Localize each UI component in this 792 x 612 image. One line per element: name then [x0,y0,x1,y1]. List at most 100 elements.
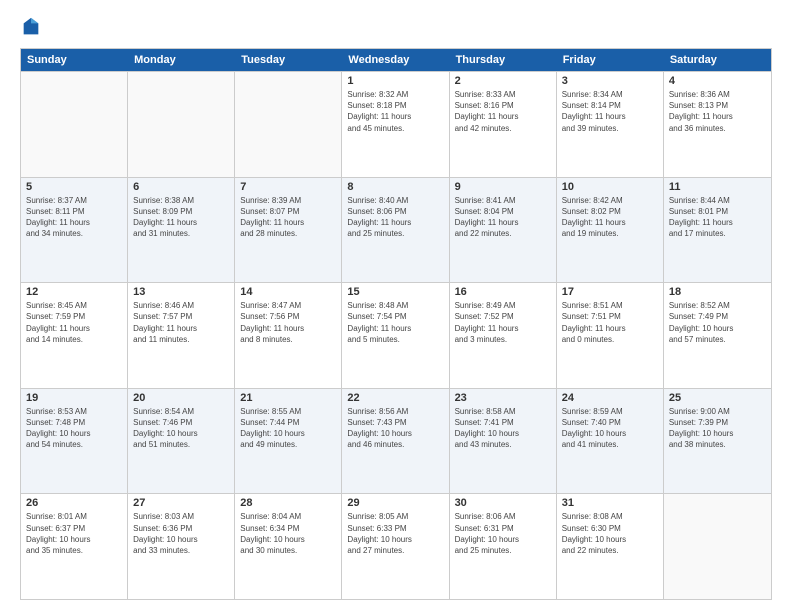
cell-info: Sunrise: 8:36 AM Sunset: 8:13 PM Dayligh… [669,89,766,134]
calendar-header: SundayMondayTuesdayWednesdayThursdayFrid… [21,49,771,71]
cell-date: 8 [347,181,443,193]
cell-date: 29 [347,497,443,509]
cell-date: 9 [455,181,551,193]
calendar-cell: 7 Sunrise: 8:39 AM Sunset: 8:07 PM Daylig… [235,178,342,283]
cell-date: 21 [240,392,336,404]
calendar-cell: 8 Sunrise: 8:40 AM Sunset: 8:06 PM Daylig… [342,178,449,283]
calendar-cell: 13 Sunrise: 8:46 AM Sunset: 7:57 PM Dayli… [128,283,235,388]
cell-date: 11 [669,181,766,193]
cell-date: 26 [26,497,122,509]
calendar-cell: 10 Sunrise: 8:42 AM Sunset: 8:02 PM Dayli… [557,178,664,283]
cell-date: 3 [562,75,658,87]
header [20,16,772,38]
calendar-row-0: 1 Sunrise: 8:32 AM Sunset: 8:18 PM Daylig… [21,71,771,177]
day-header-friday: Friday [557,49,664,71]
cell-info: Sunrise: 8:01 AM Sunset: 6:37 PM Dayligh… [26,511,122,556]
cell-info: Sunrise: 8:40 AM Sunset: 8:06 PM Dayligh… [347,195,443,240]
cell-date: 12 [26,286,122,298]
cell-info: Sunrise: 8:45 AM Sunset: 7:59 PM Dayligh… [26,300,122,345]
calendar-cell: 21 Sunrise: 8:55 AM Sunset: 7:44 PM Dayli… [235,389,342,494]
cell-date: 30 [455,497,551,509]
calendar-cell [128,72,235,177]
cell-info: Sunrise: 8:32 AM Sunset: 8:18 PM Dayligh… [347,89,443,134]
calendar-cell: 31 Sunrise: 8:08 AM Sunset: 6:30 PM Dayli… [557,494,664,599]
cell-date: 5 [26,181,122,193]
calendar-row-2: 12 Sunrise: 8:45 AM Sunset: 7:59 PM Dayli… [21,282,771,388]
calendar-cell: 19 Sunrise: 8:53 AM Sunset: 7:48 PM Dayli… [21,389,128,494]
cell-date: 25 [669,392,766,404]
calendar-cell: 6 Sunrise: 8:38 AM Sunset: 8:09 PM Daylig… [128,178,235,283]
calendar-row-4: 26 Sunrise: 8:01 AM Sunset: 6:37 PM Dayli… [21,493,771,599]
page: SundayMondayTuesdayWednesdayThursdayFrid… [0,0,792,612]
calendar-cell: 25 Sunrise: 9:00 AM Sunset: 7:39 PM Dayli… [664,389,771,494]
calendar-cell: 16 Sunrise: 8:49 AM Sunset: 7:52 PM Dayli… [450,283,557,388]
day-header-thursday: Thursday [450,49,557,71]
cell-date: 31 [562,497,658,509]
cell-info: Sunrise: 8:42 AM Sunset: 8:02 PM Dayligh… [562,195,658,240]
cell-date: 22 [347,392,443,404]
cell-date: 6 [133,181,229,193]
calendar-cell: 29 Sunrise: 8:05 AM Sunset: 6:33 PM Dayli… [342,494,449,599]
calendar-row-1: 5 Sunrise: 8:37 AM Sunset: 8:11 PM Daylig… [21,177,771,283]
cell-date: 28 [240,497,336,509]
cell-info: Sunrise: 8:58 AM Sunset: 7:41 PM Dayligh… [455,406,551,451]
calendar-cell: 11 Sunrise: 8:44 AM Sunset: 8:01 PM Dayli… [664,178,771,283]
cell-date: 16 [455,286,551,298]
cell-info: Sunrise: 8:54 AM Sunset: 7:46 PM Dayligh… [133,406,229,451]
calendar-cell: 27Sunrise: 8:03 AM Sunset: 6:36 PM Dayli… [128,494,235,599]
cell-date: 2 [455,75,551,87]
cell-date: 14 [240,286,336,298]
calendar-cell: 9Sunrise: 8:41 AM Sunset: 8:04 PM Daylig… [450,178,557,283]
calendar-cell: 2 Sunrise: 8:33 AM Sunset: 8:16 PM Daylig… [450,72,557,177]
calendar-cell: 22 Sunrise: 8:56 AM Sunset: 7:43 PM Dayli… [342,389,449,494]
cell-info: Sunrise: 8:51 AM Sunset: 7:51 PM Dayligh… [562,300,658,345]
cell-info: Sunrise: 8:55 AM Sunset: 7:44 PM Dayligh… [240,406,336,451]
cell-date: 13 [133,286,229,298]
cell-date: 7 [240,181,336,193]
calendar-row-3: 19 Sunrise: 8:53 AM Sunset: 7:48 PM Dayli… [21,388,771,494]
cell-info: Sunrise: 8:53 AM Sunset: 7:48 PM Dayligh… [26,406,122,451]
day-header-sunday: Sunday [21,49,128,71]
cell-date: 19 [26,392,122,404]
cell-info: Sunrise: 8:08 AM Sunset: 6:30 PM Dayligh… [562,511,658,556]
cell-info: Sunrise: 8:05 AM Sunset: 6:33 PM Dayligh… [347,511,443,556]
calendar-cell: 20 Sunrise: 8:54 AM Sunset: 7:46 PM Dayli… [128,389,235,494]
calendar-cell: 30 Sunrise: 8:06 AM Sunset: 6:31 PM Dayli… [450,494,557,599]
cell-info: Sunrise: 8:04 AM Sunset: 6:34 PM Dayligh… [240,511,336,556]
cell-info: Sunrise: 8:03 AM Sunset: 6:36 PM Dayligh… [133,511,229,556]
calendar-cell [21,72,128,177]
cell-info: Sunrise: 8:37 AM Sunset: 8:11 PM Dayligh… [26,195,122,240]
cell-info: Sunrise: 8:34 AM Sunset: 8:14 PM Dayligh… [562,89,658,134]
calendar-cell: 1 Sunrise: 8:32 AM Sunset: 8:18 PM Daylig… [342,72,449,177]
calendar-cell: 3 Sunrise: 8:34 AM Sunset: 8:14 PM Daylig… [557,72,664,177]
cell-info: Sunrise: 8:06 AM Sunset: 6:31 PM Dayligh… [455,511,551,556]
calendar-cell: 28 Sunrise: 8:04 AM Sunset: 6:34 PM Dayli… [235,494,342,599]
cell-info: Sunrise: 8:49 AM Sunset: 7:52 PM Dayligh… [455,300,551,345]
cell-info: Sunrise: 9:00 AM Sunset: 7:39 PM Dayligh… [669,406,766,451]
logo [20,16,46,38]
calendar-body: 1 Sunrise: 8:32 AM Sunset: 8:18 PM Daylig… [21,71,771,599]
cell-date: 18 [669,286,766,298]
calendar-cell: 17 Sunrise: 8:51 AM Sunset: 7:51 PM Dayli… [557,283,664,388]
day-header-wednesday: Wednesday [342,49,449,71]
calendar-cell: 24Sunrise: 8:59 AM Sunset: 7:40 PM Dayli… [557,389,664,494]
cell-info: Sunrise: 8:38 AM Sunset: 8:09 PM Dayligh… [133,195,229,240]
calendar-cell: 5 Sunrise: 8:37 AM Sunset: 8:11 PM Daylig… [21,178,128,283]
day-header-monday: Monday [128,49,235,71]
cell-date: 10 [562,181,658,193]
cell-info: Sunrise: 8:59 AM Sunset: 7:40 PM Dayligh… [562,406,658,451]
cell-info: Sunrise: 8:48 AM Sunset: 7:54 PM Dayligh… [347,300,443,345]
cell-info: Sunrise: 8:33 AM Sunset: 8:16 PM Dayligh… [455,89,551,134]
calendar-cell: 15 Sunrise: 8:48 AM Sunset: 7:54 PM Dayli… [342,283,449,388]
cell-info: Sunrise: 8:52 AM Sunset: 7:49 PM Dayligh… [669,300,766,345]
cell-info: Sunrise: 8:44 AM Sunset: 8:01 PM Dayligh… [669,195,766,240]
cell-date: 17 [562,286,658,298]
cell-date: 15 [347,286,443,298]
cell-info: Sunrise: 8:47 AM Sunset: 7:56 PM Dayligh… [240,300,336,345]
cell-info: Sunrise: 8:56 AM Sunset: 7:43 PM Dayligh… [347,406,443,451]
cell-date: 20 [133,392,229,404]
cell-info: Sunrise: 8:39 AM Sunset: 8:07 PM Dayligh… [240,195,336,240]
cell-info: Sunrise: 8:46 AM Sunset: 7:57 PM Dayligh… [133,300,229,345]
cell-date: 4 [669,75,766,87]
cell-date: 1 [347,75,443,87]
